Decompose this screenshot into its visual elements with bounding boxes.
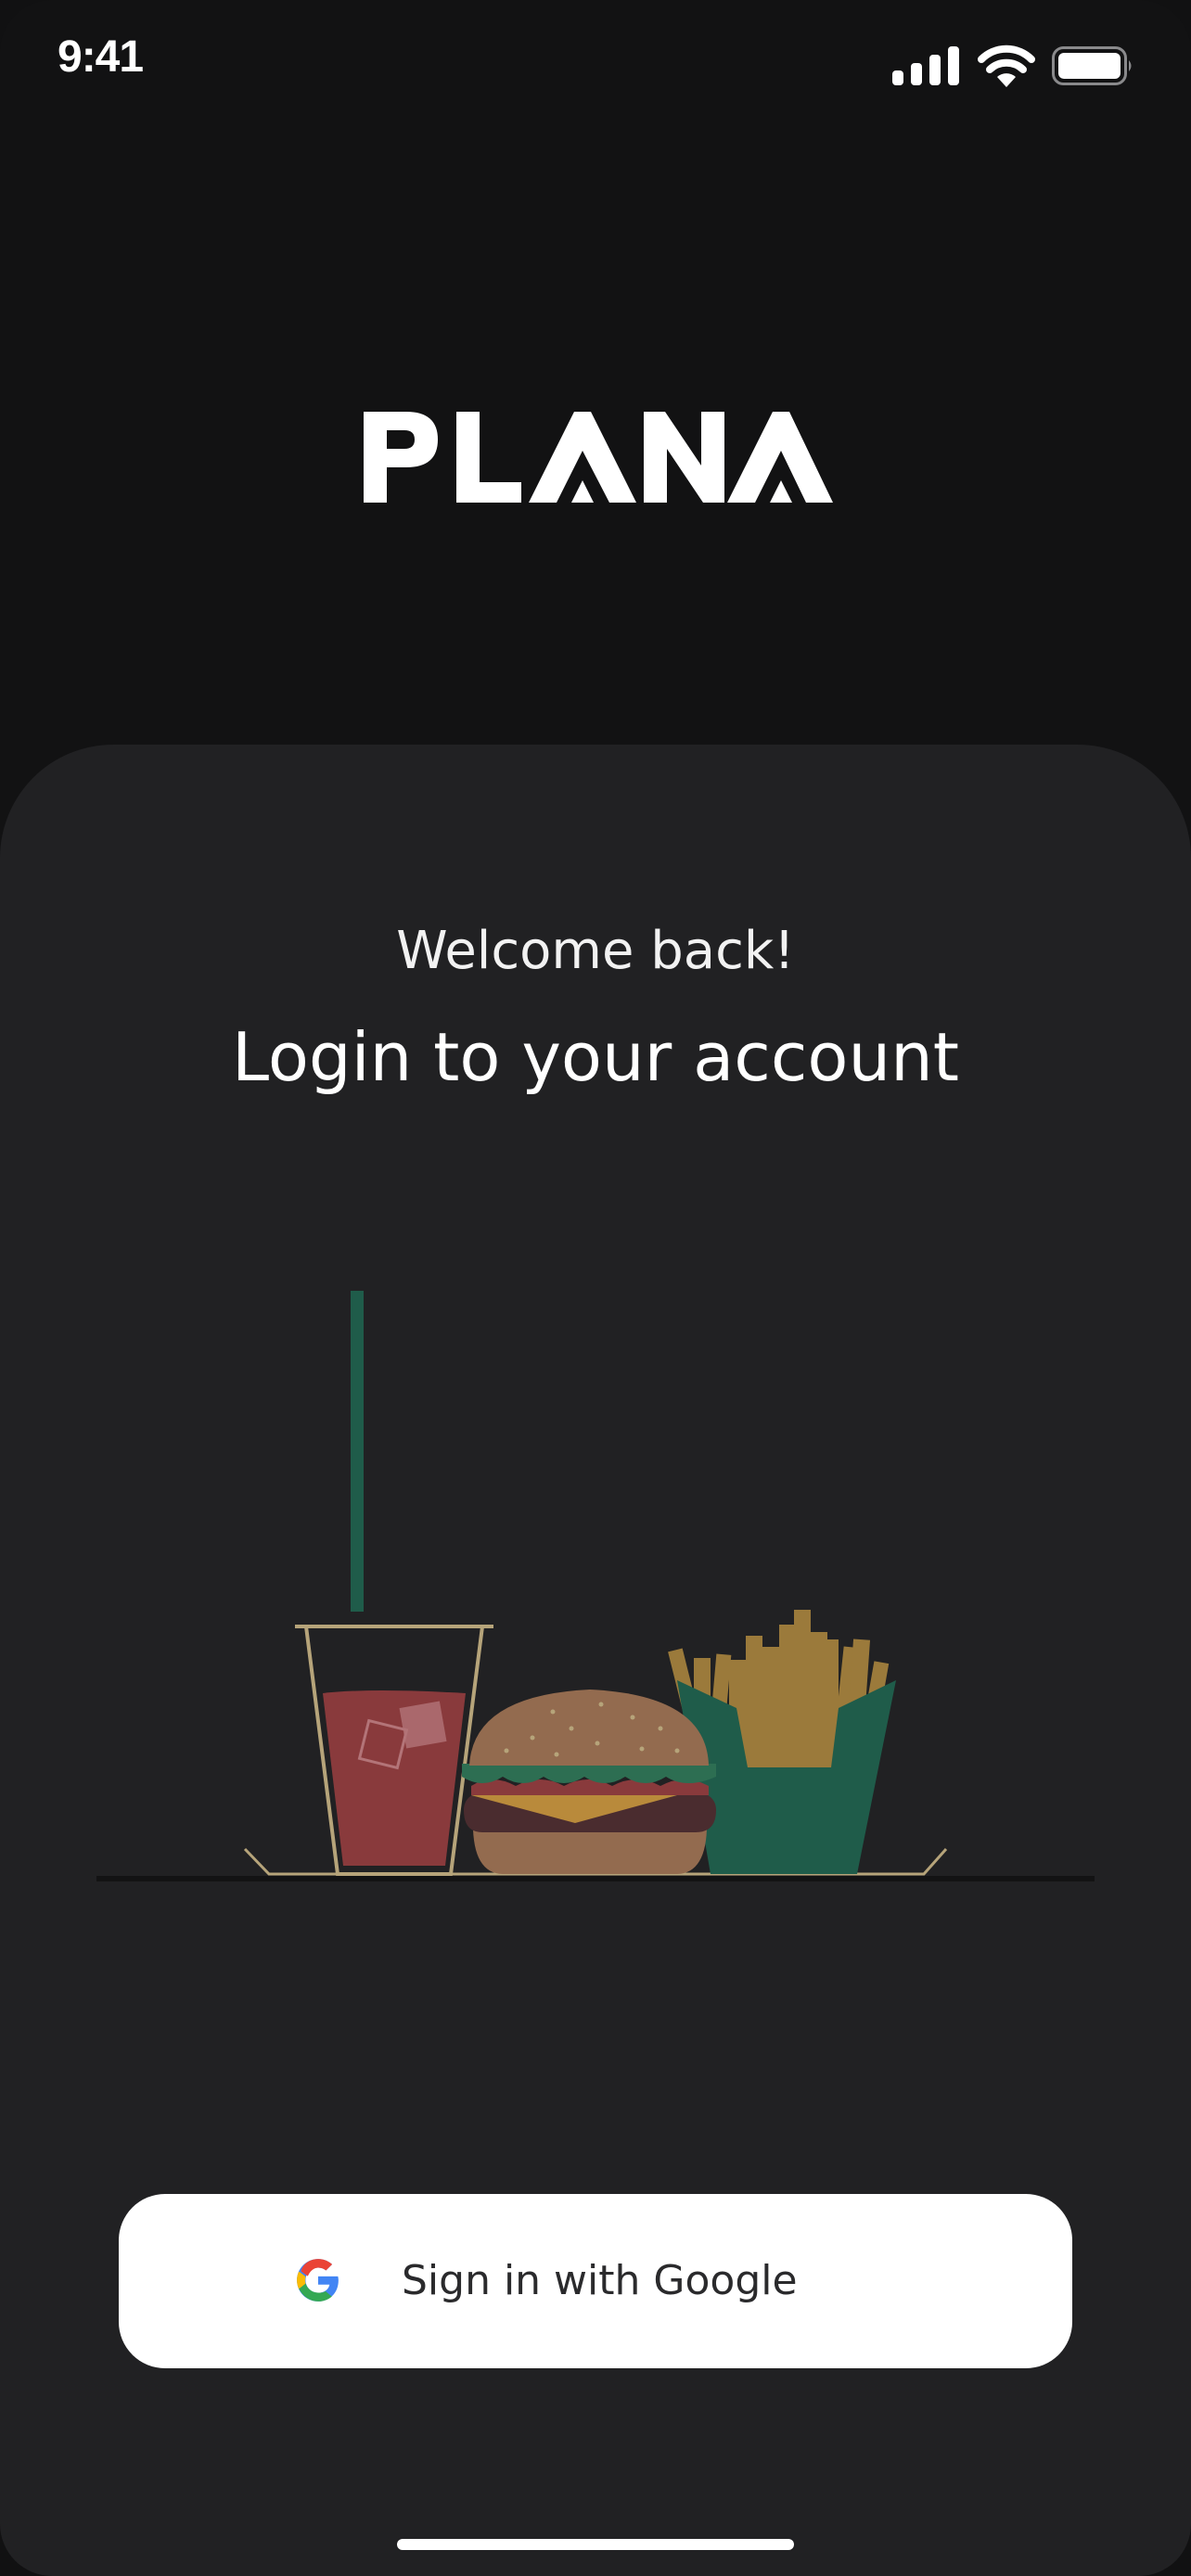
signal-icon [892,46,959,85]
google-signin-button[interactable]: Sign in with Google [119,2194,1072,2368]
drink-liquid [323,1690,466,1866]
status-time: 9:41 [58,32,144,82]
status-bar: 9:41 [0,0,1191,130]
fries-box-lower [736,1708,839,1767]
google-signin-label: Sign in with Google [402,2257,798,2304]
top-bun [469,1690,709,1766]
login-screen: 9:41 Welcome back! Login to your account… [0,0,1191,2576]
welcome-text: Welcome back! [396,921,795,981]
tomato [471,1779,709,1795]
google-icon [297,2259,339,2302]
home-indicator[interactable] [397,2539,794,2550]
login-headline: Login to your account [232,1018,959,1096]
wifi-icon [978,45,1035,87]
burger [462,1690,716,1874]
ice-cube [399,1701,447,1749]
plana-logo [364,412,833,503]
food-illustration [96,1291,1095,1881]
straw [351,1291,364,1612]
battery-icon [1052,46,1132,85]
